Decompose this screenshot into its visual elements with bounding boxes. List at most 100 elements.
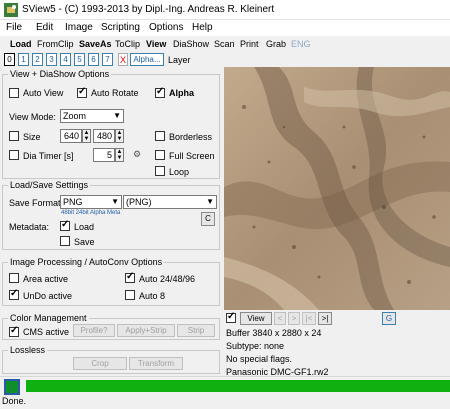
c-button[interactable]: C	[201, 212, 215, 226]
height-field[interactable]: 480	[93, 129, 115, 143]
view-mode-select[interactable]: Zoom ▼	[60, 109, 124, 123]
load-save-group: Load/Save Settings Save Format: PNG ▼ (P…	[2, 180, 220, 250]
slot-4[interactable]: 4	[60, 53, 71, 66]
scan-button[interactable]: Scan	[214, 39, 235, 49]
menu-edit[interactable]: Edit	[36, 22, 53, 33]
view-diashow-title: View + DiaShow Options	[8, 69, 112, 79]
image-preview[interactable]	[224, 67, 450, 310]
slot-3[interactable]: 3	[46, 53, 57, 66]
menu-file[interactable]: File	[6, 22, 22, 33]
metadata-save-checkbox[interactable]	[60, 236, 70, 246]
last-button[interactable]: >|	[318, 312, 332, 325]
subtype-info: Subtype: none	[226, 341, 285, 351]
dia-timer-spinner[interactable]: ▲ ▼	[115, 148, 124, 162]
slot-5[interactable]: 5	[74, 53, 85, 66]
progress-bar	[26, 380, 450, 392]
clear-slot-button[interactable]: X	[118, 53, 128, 66]
dia-timer-label: Dia Timer [s]	[23, 151, 74, 161]
preview-view-button[interactable]: View	[240, 312, 272, 325]
auto-24-label: Auto 24/48/96	[139, 274, 196, 284]
full-screen-label: Full Screen	[169, 151, 215, 161]
auto-view-checkbox[interactable]	[9, 88, 19, 98]
borderless-checkbox[interactable]	[155, 131, 165, 141]
loop-checkbox[interactable]	[155, 166, 165, 176]
g-button[interactable]: G	[382, 312, 396, 325]
processing-group: Image Processing / AutoConv Options Area…	[2, 257, 220, 306]
alpha-label: Alpha	[169, 88, 195, 98]
undo-active-checkbox[interactable]	[9, 288, 19, 300]
view-mode-label: View Mode:	[9, 112, 56, 122]
size-label: Size	[23, 132, 41, 142]
cms-active-checkbox[interactable]	[9, 325, 19, 337]
lossless-group: Lossless Crop Transform	[2, 345, 220, 374]
menu-help[interactable]: Help	[192, 22, 213, 33]
metadata-load-checkbox[interactable]	[60, 219, 70, 231]
transform-button[interactable]: Transform	[129, 357, 183, 370]
slot-2[interactable]: 2	[32, 53, 43, 66]
buffer-info: Buffer 3840 x 2880 x 24	[226, 328, 322, 338]
next-button[interactable]: >	[288, 312, 300, 325]
dia-timer-field[interactable]: 5	[93, 148, 115, 162]
cms-active-label: CMS active	[23, 327, 70, 337]
grab-button[interactable]: Grab	[266, 39, 286, 49]
save-as-button[interactable]: SaveAs	[79, 39, 112, 49]
preview-checkbox[interactable]	[226, 311, 236, 323]
print-button[interactable]: Print	[240, 39, 259, 49]
width-spinner[interactable]: ▲ ▼	[82, 129, 91, 143]
prev-button[interactable]: <	[274, 312, 286, 325]
auto-24-checkbox[interactable]	[125, 271, 135, 283]
metadata-load-label: Load	[74, 222, 95, 232]
load-save-title: Load/Save Settings	[8, 180, 91, 190]
to-clip-button[interactable]: ToClip	[115, 39, 140, 49]
auto-rotate-label: Auto Rotate	[91, 88, 139, 98]
auto-8-checkbox[interactable]	[125, 290, 135, 300]
crop-button[interactable]: Crop	[73, 357, 127, 370]
width-field[interactable]: 640	[60, 129, 82, 143]
save-format-ext-select[interactable]: (PNG) ▼	[123, 195, 217, 209]
area-active-label: Area active	[23, 274, 69, 284]
slot-row: 0 1 2 3 4 5 6 7 X Alpha... Layer	[0, 53, 222, 67]
first-button[interactable]: |<	[302, 312, 316, 325]
strip-button[interactable]: Strip	[177, 324, 215, 337]
undo-active-label: UnDo active	[23, 291, 73, 301]
save-format-select[interactable]: PNG ▼	[60, 195, 122, 209]
slot-7[interactable]: 7	[102, 53, 113, 66]
apply-strip-button[interactable]: Apply+Strip	[117, 324, 175, 337]
auto-rotate-checkbox[interactable]	[77, 86, 87, 98]
view-mode-value: Zoom	[63, 111, 87, 121]
profile-button[interactable]: Profile?	[73, 324, 115, 337]
metadata-save-label: Save	[74, 237, 95, 247]
dia-timer-checkbox[interactable]	[9, 150, 19, 160]
save-format-value: PNG	[63, 197, 83, 207]
alpha-button[interactable]: Alpha...	[130, 53, 164, 66]
chevron-down-icon: ▼	[113, 111, 121, 120]
view-diashow-group: View + DiaShow Options Auto View Auto Ro…	[2, 69, 220, 179]
menu-scripting[interactable]: Scripting	[101, 22, 140, 33]
window-title: SView5 - (C) 1993-2013 by Dipl.-Ing. And…	[22, 4, 275, 15]
toolbar: Load FromClip SaveAs ToClip View DiaShow…	[0, 36, 450, 52]
alpha-checkbox[interactable]	[155, 86, 165, 98]
chevron-down-icon: ▼	[111, 197, 119, 206]
metadata-label: Metadata:	[9, 222, 50, 232]
height-spinner[interactable]: ▲ ▼	[115, 129, 124, 143]
title-bar: SView5 - (C) 1993-2013 by Dipl.-Ing. And…	[0, 0, 450, 20]
eng-button[interactable]: ENG	[291, 39, 311, 49]
status-text: Done.	[2, 396, 27, 406]
menu-image[interactable]: Image	[65, 22, 93, 33]
layer-label: Layer	[168, 55, 191, 65]
load-button[interactable]: Load	[10, 39, 32, 49]
area-active-checkbox[interactable]	[9, 273, 19, 283]
auto-8-label: Auto 8	[139, 291, 166, 301]
view-button[interactable]: View	[146, 39, 166, 49]
full-screen-checkbox[interactable]	[155, 150, 165, 160]
diashow-button[interactable]: DiaShow	[173, 39, 209, 49]
slot-6[interactable]: 6	[88, 53, 99, 66]
auto-view-label: Auto View	[23, 88, 64, 98]
menu-options[interactable]: Options	[149, 22, 183, 33]
slot-0[interactable]: 0	[4, 53, 15, 66]
color-management-title: Color Management	[8, 313, 89, 323]
from-clip-button[interactable]: FromClip	[37, 39, 74, 49]
size-checkbox[interactable]	[9, 131, 19, 141]
slot-1[interactable]: 1	[18, 53, 29, 66]
gear-icon[interactable]: ⚙	[133, 149, 141, 160]
